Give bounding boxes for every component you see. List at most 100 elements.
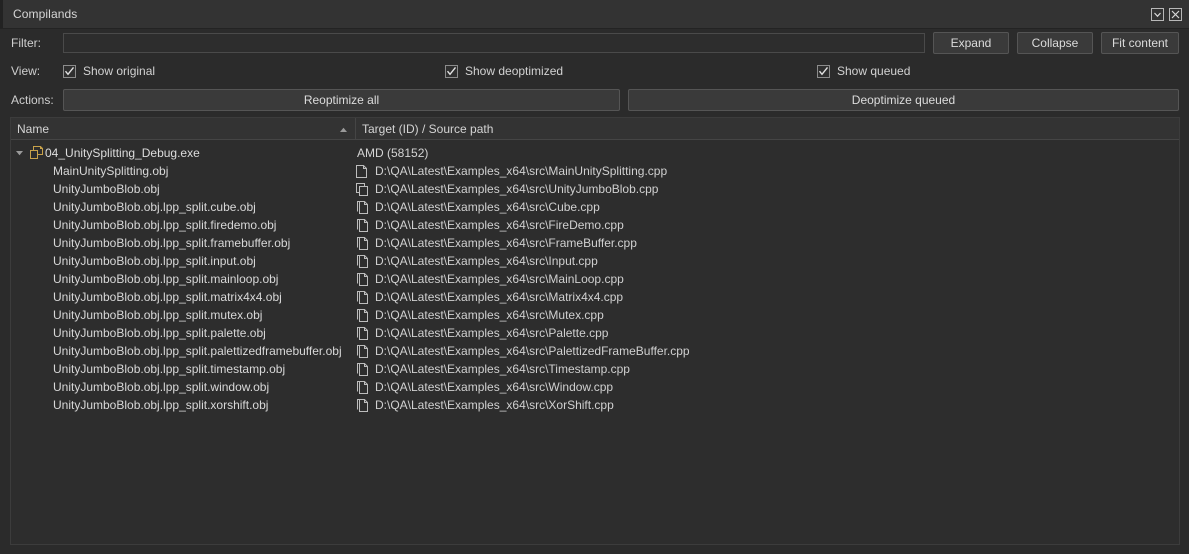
node-label: MainUnitySplitting.obj — [53, 164, 169, 178]
checkbox-show-queued[interactable]: Show queued — [817, 64, 910, 78]
view-label: View: — [11, 64, 41, 78]
filter-label: Filter: — [11, 36, 41, 50]
reoptimize-all-button[interactable]: Reoptimize all — [63, 89, 620, 111]
two-pages-icon — [353, 308, 375, 323]
table-row[interactable]: UnityJumboBlob.obj.lpp_split.input.obj D:… — [11, 252, 1179, 270]
column-header-name[interactable]: Name — [11, 118, 356, 139]
titlebar-accent-strip — [0, 0, 3, 28]
source-path-text: D:\QA\Latest\Examples_x64\src\Timestamp.… — [375, 362, 630, 376]
cell-name: UnityJumboBlob.obj — [11, 182, 349, 196]
source-path-text: D:\QA\Latest\Examples_x64\src\MainLoop.c… — [375, 272, 624, 286]
node-label: UnityJumboBlob.obj.lpp_split.mutex.obj — [53, 308, 263, 322]
cell-name: UnityJumboBlob.obj.lpp_split.mainloop.ob… — [11, 272, 349, 286]
node-label: UnityJumboBlob.obj.lpp_split.firedemo.ob… — [53, 218, 277, 232]
checkbox-label: Show original — [83, 64, 156, 78]
cell-name: UnityJumboBlob.obj.lpp_split.timestamp.o… — [11, 362, 349, 376]
table-row[interactable]: UnityJumboBlob.obj.lpp_split.mutex.obj D:… — [11, 306, 1179, 324]
view-row: View: Show original Show deoptimized Sho… — [10, 57, 1179, 85]
two-pages-icon — [353, 326, 375, 341]
actions-row: Actions: Reoptimize all Deoptimize queue… — [10, 85, 1179, 115]
expander-collapse-icon[interactable] — [11, 150, 27, 156]
collapse-button[interactable]: Collapse — [1016, 32, 1093, 54]
stacked-pages-icon — [353, 182, 375, 197]
target-id-text: AMD (58152) — [357, 146, 429, 160]
table-row[interactable]: UnityJumboBlob.obj.lpp_split.matrix4x4.o… — [11, 288, 1179, 306]
two-pages-icon — [353, 236, 375, 251]
cell-name: UnityJumboBlob.obj.lpp_split.firedemo.ob… — [11, 218, 349, 232]
window-titlebar: Compilands — [0, 0, 1189, 29]
table-row[interactable]: UnityJumboBlob.obj.lpp_split.cube.obj D:\… — [11, 198, 1179, 216]
tree-column-headers: Name Target (ID) / Source path — [11, 118, 1179, 140]
table-row[interactable]: UnityJumboBlob.obj.lpp_split.firedemo.ob… — [11, 216, 1179, 234]
table-row[interactable]: UnityJumboBlob.obj.lpp_split.framebuffer… — [11, 234, 1179, 252]
cell-target: D:\QA\Latest\Examples_x64\src\XorShift.c… — [349, 398, 1179, 413]
cell-target: D:\QA\Latest\Examples_x64\src\Timestamp.… — [349, 362, 1179, 377]
cell-name: UnityJumboBlob.obj.lpp_split.matrix4x4.o… — [11, 290, 349, 304]
table-row[interactable]: MainUnitySplitting.obj D:\QA\Latest\Examp… — [11, 162, 1179, 180]
view-checkbox-group: Show original Show deoptimized Show queu… — [63, 64, 1179, 78]
checkbox-label: Show queued — [837, 64, 911, 78]
source-path-text: D:\QA\Latest\Examples_x64\src\XorShift.c… — [375, 398, 614, 412]
table-row[interactable]: UnityJumboBlob.obj.lpp_split.mainloop.ob… — [11, 270, 1179, 288]
tree-rows-container: 04_UnitySplitting_Debug.exe AMD (58152) Ma… — [11, 140, 1179, 544]
table-row[interactable]: UnityJumboBlob.obj D:\QA\Latest\Examples_… — [11, 180, 1179, 198]
node-label: UnityJumboBlob.obj.lpp_split.xorshift.ob… — [53, 398, 269, 412]
column-header-label: Target (ID) / Source path — [362, 121, 494, 136]
source-path-text: D:\QA\Latest\Examples_x64\src\Input.cpp — [375, 254, 598, 268]
column-header-target[interactable]: Target (ID) / Source path — [356, 118, 1179, 139]
cell-name: UnityJumboBlob.obj.lpp_split.framebuffer… — [11, 236, 349, 250]
single-page-icon — [353, 164, 375, 179]
table-row[interactable]: UnityJumboBlob.obj.lpp_split.xorshift.ob… — [11, 396, 1179, 414]
source-path-text: D:\QA\Latest\Examples_x64\src\Mutex.cpp — [375, 308, 604, 322]
cell-name: UnityJumboBlob.obj.lpp_split.window.obj — [11, 380, 349, 394]
table-row[interactable]: UnityJumboBlob.obj.lpp_split.palettizedf… — [11, 342, 1179, 360]
cell-target: D:\QA\Latest\Examples_x64\src\Mutex.cpp — [349, 308, 1179, 323]
deoptimize-queued-button[interactable]: Deoptimize queued — [628, 89, 1179, 111]
sort-ascending-icon — [339, 122, 348, 136]
cell-name: 04_UnitySplitting_Debug.exe — [11, 146, 349, 160]
toolbar: Filter: Expand Collapse Fit content View… — [0, 29, 1189, 115]
fit-content-button[interactable]: Fit content — [1100, 32, 1179, 54]
source-path-text: D:\QA\Latest\Examples_x64\src\Cube.cpp — [375, 200, 600, 214]
source-path-text: D:\QA\Latest\Examples_x64\src\FrameBuffe… — [375, 236, 637, 250]
cell-target: D:\QA\Latest\Examples_x64\src\Cube.cpp — [349, 200, 1179, 215]
node-label: UnityJumboBlob.obj.lpp_split.palettizedf… — [53, 344, 342, 358]
cell-name: UnityJumboBlob.obj.lpp_split.palette.obj — [11, 326, 349, 340]
two-pages-icon — [353, 344, 375, 359]
node-label: UnityJumboBlob.obj.lpp_split.window.obj — [53, 380, 270, 394]
checkmark-icon — [817, 64, 830, 78]
two-pages-icon — [353, 218, 375, 233]
node-label: UnityJumboBlob.obj.lpp_split.palette.obj — [53, 326, 266, 340]
cell-name: MainUnitySplitting.obj — [11, 164, 349, 178]
cell-target: AMD (58152) — [349, 146, 1179, 160]
node-label: UnityJumboBlob.obj.lpp_split.matrix4x4.o… — [53, 290, 282, 304]
table-row[interactable]: UnityJumboBlob.obj.lpp_split.window.obj D… — [11, 378, 1179, 396]
source-path-text: D:\QA\Latest\Examples_x64\src\Window.cpp — [375, 380, 614, 394]
cell-target: D:\QA\Latest\Examples_x64\src\Input.cpp — [349, 254, 1179, 269]
cell-target: D:\QA\Latest\Examples_x64\src\FireDemo.c… — [349, 218, 1179, 233]
node-label: UnityJumboBlob.obj.lpp_split.framebuffer… — [53, 236, 291, 250]
window-title: Compilands — [13, 7, 78, 21]
two-pages-icon — [353, 398, 375, 413]
chevron-down-icon[interactable] — [1150, 7, 1165, 22]
table-row[interactable]: 04_UnitySplitting_Debug.exe AMD (58152) — [11, 144, 1179, 162]
cell-target: D:\QA\Latest\Examples_x64\src\UnityJumbo… — [349, 182, 1179, 197]
cell-target: D:\QA\Latest\Examples_x64\src\Matrix4x4.… — [349, 290, 1179, 305]
compilands-window: Compilands Filter: Expand Collapse Fit c… — [0, 0, 1189, 554]
executable-icon — [27, 146, 45, 160]
close-icon[interactable] — [1168, 7, 1183, 22]
node-label: UnityJumboBlob.obj.lpp_split.cube.obj — [53, 200, 256, 214]
two-pages-icon — [353, 380, 375, 395]
expand-button[interactable]: Expand — [932, 32, 1009, 54]
actions-label: Actions: — [11, 93, 54, 107]
checkbox-show-deoptimized[interactable]: Show deoptimized — [445, 64, 817, 78]
table-row[interactable]: UnityJumboBlob.obj.lpp_split.timestamp.o… — [11, 360, 1179, 378]
column-header-label: Name — [17, 121, 50, 136]
table-row[interactable]: UnityJumboBlob.obj.lpp_split.palette.obj… — [11, 324, 1179, 342]
filter-input[interactable] — [63, 33, 925, 53]
checkbox-show-original[interactable]: Show original — [63, 64, 445, 78]
cell-target: D:\QA\Latest\Examples_x64\src\MainLoop.c… — [349, 272, 1179, 287]
two-pages-icon — [353, 290, 375, 305]
cell-name: UnityJumboBlob.obj.lpp_split.cube.obj — [11, 200, 349, 214]
checkbox-label: Show deoptimized — [465, 64, 564, 78]
